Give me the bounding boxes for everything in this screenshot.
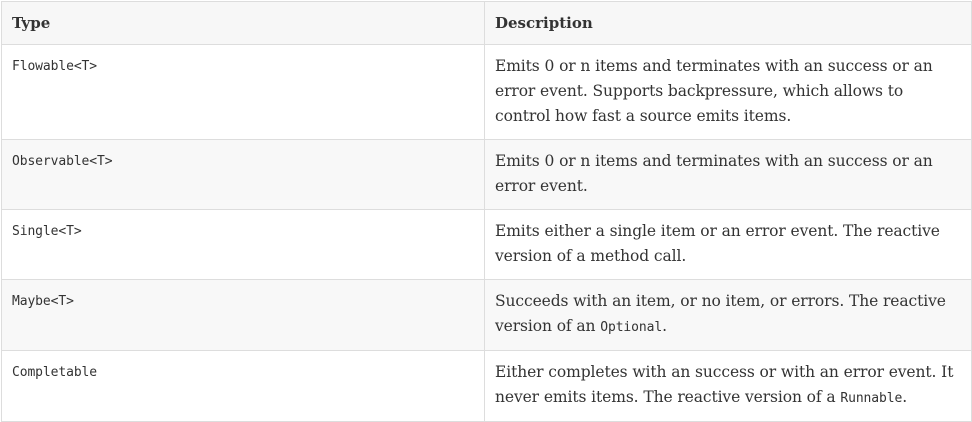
description-cell: Emits 0 or n items and terminates with a… [484,139,972,210]
type-cell: Completable [1,350,485,422]
description-cell: Emits 0 or n items and terminates with a… [484,44,972,140]
table-row: Single<T> Emits either a single item or … [1,209,972,280]
column-header-type: Type [1,1,485,45]
description-cell: Emits either a single item or an error e… [484,209,972,280]
type-cell: Single<T> [1,209,485,280]
description-text: Succeeds with an item, or no item, or er… [495,292,946,335]
type-cell: Maybe<T> [1,279,485,351]
table-row: Completable Either completes with an suc… [1,350,972,422]
description-text: . [662,317,667,335]
table-row: Maybe<T> Succeeds with an item, or no it… [1,279,972,351]
inline-code: Runnable [840,391,903,406]
description-cell: Succeeds with an item, or no item, or er… [484,279,972,351]
type-cell: Flowable<T> [1,44,485,140]
reactive-types-table: Type Description Flowable<T> Emits 0 or … [1,1,972,422]
table-row: Flowable<T> Emits 0 or n items and termi… [1,44,972,140]
column-header-description: Description [484,1,972,45]
table-header-row: Type Description [1,1,972,45]
table-row: Observable<T> Emits 0 or n items and ter… [1,139,972,210]
description-cell: Either completes with an success or with… [484,350,972,422]
inline-code: Optional [600,320,663,335]
description-text: . [902,388,908,406]
type-cell: Observable<T> [1,139,485,210]
